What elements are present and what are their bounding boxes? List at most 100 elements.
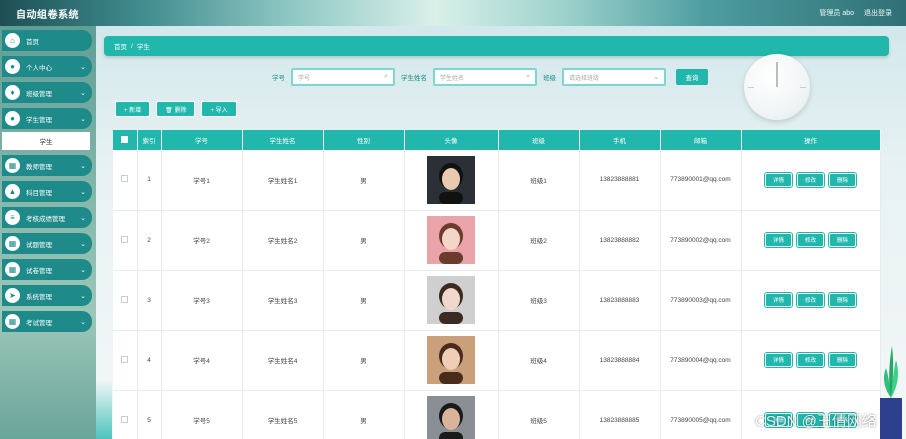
sidebar-subitem-student[interactable]: 学生 bbox=[2, 132, 90, 150]
table-header-cell: 班级 bbox=[498, 130, 580, 150]
student-id-cell: 学号2 bbox=[161, 210, 243, 271]
class-cell: 班级2 bbox=[498, 210, 580, 271]
row-checkbox[interactable] bbox=[121, 355, 129, 363]
email-cell: 773890005@qq.com bbox=[660, 390, 742, 439]
xuehao-input[interactable]: 学号 ⌕ bbox=[291, 68, 395, 86]
student-name-cell: 学生姓名3 bbox=[242, 270, 324, 331]
detail-button[interactable]: 详情 bbox=[765, 353, 792, 367]
row-checkbox-cell bbox=[113, 390, 138, 439]
action-bar: + 新增 🗑 删除 + 导入 bbox=[115, 101, 237, 117]
avatar bbox=[427, 216, 475, 264]
chevron-down-icon: ⌄ bbox=[80, 266, 86, 274]
phone-cell: 13823888883 bbox=[579, 270, 661, 331]
table-header-row: 索引 学号 学生姓名 性别 头像 班级 手机 邮箱 操作 bbox=[113, 130, 881, 150]
table-header-cell: 操作 bbox=[741, 130, 881, 150]
phone-cell: 13823888885 bbox=[579, 390, 661, 439]
index-cell: 5 bbox=[137, 390, 162, 439]
edit-button[interactable]: 修改 bbox=[797, 172, 824, 187]
user-icon: ● bbox=[5, 59, 20, 74]
email-cell: 773890001@qq.com bbox=[660, 150, 742, 211]
row-checkbox-cell bbox=[113, 210, 138, 271]
avatar bbox=[427, 276, 475, 324]
detail-button[interactable]: 详情 bbox=[765, 233, 792, 247]
plant-icon bbox=[880, 346, 902, 439]
table-header-cell: 索引 bbox=[137, 130, 162, 150]
index-cell: 3 bbox=[137, 270, 162, 331]
row-checkbox[interactable] bbox=[121, 175, 129, 183]
table-header-cell: 头像 bbox=[404, 130, 499, 150]
student-name-cell: 学生姓名2 bbox=[242, 210, 324, 271]
sidebar-item-6[interactable]: ≡ 考核成绩管理 ⌄ bbox=[2, 207, 92, 228]
breadcrumb: 首页 / 学生 bbox=[104, 36, 889, 56]
sidebar-item-9[interactable]: ➤ 系统管理 ⌄ bbox=[2, 285, 92, 306]
student-name-input[interactable]: 学生姓名 ⌕ bbox=[433, 68, 537, 86]
row-checkbox[interactable] bbox=[121, 415, 129, 423]
sidebar-item-label: 首页 bbox=[26, 38, 39, 46]
select-all-checkbox[interactable] bbox=[121, 135, 129, 143]
index-cell: 1 bbox=[137, 150, 162, 211]
email-cell: 773890002@qq.com bbox=[660, 210, 742, 271]
xuehao-placeholder: 学号 bbox=[298, 75, 311, 82]
search-icon: ⌕ bbox=[526, 73, 530, 80]
row-delete-button[interactable]: 删除 bbox=[829, 233, 856, 247]
student-name-cell: 学生姓名5 bbox=[242, 390, 324, 439]
import-button[interactable]: + 导入 bbox=[201, 101, 237, 117]
edit-button[interactable]: 修改 bbox=[797, 293, 824, 307]
avatar bbox=[427, 396, 475, 439]
sidebar-item-5[interactable]: ▲ 科目管理 ⌄ bbox=[2, 181, 92, 202]
sidebar-item-1[interactable]: ● 个人中心 ⌄ bbox=[2, 56, 92, 77]
edit-button[interactable]: 修改 bbox=[797, 353, 824, 367]
sidebar-item-label: 考试管理 bbox=[26, 319, 52, 327]
table-row: 2 学号2 学生姓名2 男 班级2 13823888882 773890002@qq.com… bbox=[113, 210, 881, 271]
list-icon: ≡ bbox=[5, 210, 20, 225]
student-id-cell: 学号4 bbox=[161, 330, 243, 391]
sidebar-item-2[interactable]: ♦ 班级管理 ⌄ bbox=[2, 82, 92, 103]
class-cell: 班级5 bbox=[498, 390, 580, 439]
clock-tick bbox=[800, 87, 806, 88]
avatar bbox=[427, 336, 475, 384]
row-delete-button[interactable]: 删除 bbox=[829, 293, 856, 307]
operations-cell: 详情 修改 删除 bbox=[741, 210, 881, 271]
sidebar-item-4[interactable]: ▦ 教师管理 ⌄ bbox=[2, 155, 92, 176]
add-button[interactable]: + 新增 bbox=[115, 101, 151, 117]
sidebar-item-label: 班级管理 bbox=[26, 90, 52, 98]
search-button[interactable]: 查询 bbox=[676, 69, 708, 85]
clock-decoration bbox=[744, 54, 810, 120]
class-cell: 班级1 bbox=[498, 150, 580, 211]
sidebar-item-10[interactable]: ▦ 考试管理 ⌄ bbox=[2, 311, 92, 332]
sidebar-item-3[interactable]: ● 学生管理 ⌄ bbox=[2, 108, 92, 129]
top-right-area: 管理员 abo 退出登录 bbox=[819, 8, 892, 18]
row-delete-button[interactable]: 删除 bbox=[829, 172, 856, 187]
sidebar-item-label: 学生管理 bbox=[26, 116, 52, 124]
operations-cell: 详情 修改 删除 bbox=[741, 270, 881, 331]
student-name-cell: 学生姓名4 bbox=[242, 330, 324, 391]
breadcrumb-home[interactable]: 首页 bbox=[114, 41, 127, 51]
student-name-label: 学生姓名 bbox=[401, 75, 427, 82]
edit-button[interactable]: 修改 bbox=[797, 233, 824, 247]
sidebar-item-8[interactable]: ▦ 试卷管理 ⌄ bbox=[2, 259, 92, 280]
sidebar-item-7[interactable]: ▦ 试题管理 ⌄ bbox=[2, 233, 92, 254]
row-checkbox[interactable] bbox=[121, 295, 129, 303]
table-row: 3 学号3 学生姓名3 男 班级3 13823888883 773890003@qq.com… bbox=[113, 270, 881, 331]
table-header-cell: 性别 bbox=[323, 130, 405, 150]
avatar-cell bbox=[404, 210, 499, 271]
detail-button[interactable]: 详情 bbox=[765, 172, 792, 187]
operations-group: 详情 修改 删除 bbox=[742, 233, 880, 247]
class-select[interactable]: 请选择班级 ⌄ bbox=[562, 68, 666, 86]
chevron-down-icon: ⌄ bbox=[80, 318, 86, 326]
admin-label[interactable]: 管理员 abo bbox=[819, 8, 854, 18]
delete-button[interactable]: 🗑 删除 bbox=[156, 101, 196, 117]
operations-group: 详情 修改 删除 bbox=[742, 293, 880, 307]
search-icon: ⌕ bbox=[384, 73, 388, 80]
logout-link[interactable]: 退出登录 bbox=[864, 8, 892, 18]
operations-group: 详情 修改 删除 bbox=[742, 172, 880, 187]
search-row: 学号 学号 ⌕ 学生姓名 学生姓名 ⌕ 班级 请选择班级 ⌄ 查询 bbox=[272, 68, 708, 86]
row-checkbox[interactable] bbox=[121, 235, 129, 243]
chevron-down-icon: ⌄ bbox=[653, 74, 659, 81]
row-checkbox-cell bbox=[113, 150, 138, 211]
row-delete-button[interactable]: 删除 bbox=[829, 353, 856, 367]
sidebar-item-label: 考核成绩管理 bbox=[26, 215, 65, 223]
sidebar-item-0[interactable]: ⌂ 首页 bbox=[2, 30, 92, 51]
student-id-cell: 学号3 bbox=[161, 270, 243, 331]
detail-button[interactable]: 详情 bbox=[765, 293, 792, 307]
